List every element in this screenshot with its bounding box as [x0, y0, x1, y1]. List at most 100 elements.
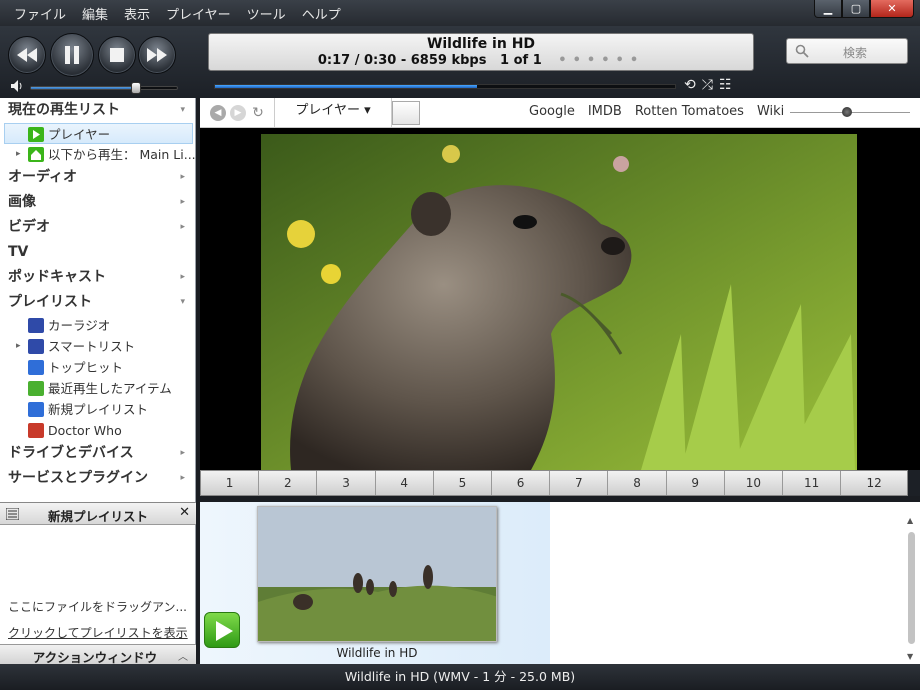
refresh-icon[interactable]: ↻: [250, 105, 266, 121]
seek-bar[interactable]: [214, 84, 676, 89]
sidebar-item-smartlist[interactable]: ▸ スマートリスト: [0, 336, 195, 357]
speaker-icon[interactable]: [11, 80, 25, 92]
sidebar-label: サービスとプラグイン: [8, 470, 148, 486]
sidebar-now-playing[interactable]: 現在の再生リスト ▾: [0, 98, 195, 123]
sidebar-label: プレイリスト: [8, 294, 92, 310]
menu-help[interactable]: ヘルプ: [294, 4, 349, 23]
list-item[interactable]: Wildlife in HD: [200, 502, 550, 664]
sidebar-tv[interactable]: TV: [0, 240, 195, 265]
expand-arrow-icon[interactable]: ▸: [16, 144, 21, 165]
forward-icon[interactable]: ▶: [230, 105, 246, 121]
pause-icon: [65, 46, 79, 64]
sidebar-item-new-playlist[interactable]: 新規プレイリスト: [0, 399, 195, 420]
tab-player[interactable]: プレイヤー ▾: [274, 98, 392, 127]
sidebar-audio[interactable]: オーディオ ▸: [0, 165, 195, 190]
menu-file[interactable]: ファイル: [6, 4, 74, 23]
volume-slider[interactable]: [30, 82, 178, 94]
menu-view[interactable]: 表示: [116, 4, 158, 23]
minimize-button[interactable]: ▁: [814, 0, 842, 18]
expand-arrow-icon[interactable]: ▸: [180, 165, 185, 190]
sidebar-label: カーラジオ: [48, 318, 111, 333]
link-imdb[interactable]: IMDB: [588, 104, 622, 119]
stop-icon: [110, 48, 124, 62]
mini-playlist-header: 新規プレイリスト ✕: [0, 503, 196, 525]
chapter-button[interactable]: 2: [259, 471, 318, 495]
sidebar-label: オーディオ: [8, 169, 78, 185]
link-wiki[interactable]: Wiki: [757, 104, 784, 119]
volume-knob[interactable]: [131, 82, 142, 94]
sidebar-item-car-radio[interactable]: カーラジオ: [0, 315, 195, 336]
search-box[interactable]: 検索: [786, 38, 908, 64]
link-rotten-tomatoes[interactable]: Rotten Tomatoes: [635, 104, 744, 119]
smartlist-icon: [28, 339, 44, 354]
expand-arrow-icon[interactable]: ▸: [180, 466, 185, 491]
chapter-button[interactable]: 4: [376, 471, 434, 495]
chapter-button[interactable]: 10: [725, 471, 784, 495]
chapter-button[interactable]: 1: [201, 471, 260, 495]
chapter-button[interactable]: 12: [841, 471, 907, 495]
link-google[interactable]: Google: [529, 104, 575, 119]
expand-arrow-icon[interactable]: ▸: [180, 441, 185, 466]
collapse-arrow-icon[interactable]: ▾: [180, 290, 185, 315]
play-button[interactable]: [204, 612, 240, 648]
sidebar-item-top-hits[interactable]: トップヒット: [0, 357, 195, 378]
now-playing-display: Wildlife in HD 0:17 / 0:30 - 6859 kbps 1…: [208, 33, 754, 71]
sidebar-drives[interactable]: ドライブとデバイス ▸: [0, 441, 195, 466]
back-icon[interactable]: ◀: [210, 105, 226, 121]
playlist-icon: [28, 360, 44, 375]
sidebar-label: トップヒット: [48, 360, 124, 375]
time-readout: 0:17 / 0:30 - 6859 kbps: [317, 53, 487, 68]
chapter-button[interactable]: 8: [608, 471, 667, 495]
scrollbar-thumb[interactable]: [908, 532, 915, 644]
show-playlist-link[interactable]: クリックしてプレイリストを表示: [8, 624, 188, 641]
next-button[interactable]: [138, 36, 176, 74]
now-playing-info: 0:17 / 0:30 - 6859 kbps 1 of 1 ••••••: [209, 53, 753, 68]
pause-button[interactable]: [50, 33, 94, 77]
sidebar-services[interactable]: サービスとプラグイン ▸: [0, 466, 195, 491]
video-frame-image: [261, 134, 857, 470]
sidebar-video[interactable]: ビデオ ▸: [0, 215, 195, 240]
expand-arrow-icon[interactable]: ▸: [16, 336, 21, 357]
sidebar-item-doctor-who[interactable]: Doctor Who: [0, 420, 195, 441]
tab-new[interactable]: [392, 101, 420, 125]
chapter-button[interactable]: 9: [667, 471, 725, 495]
equalizer-icon[interactable]: ☷: [719, 77, 732, 93]
expand-arrow-icon[interactable]: ▸: [180, 190, 185, 215]
zoom-slider[interactable]: [790, 107, 910, 117]
chevron-up-icon[interactable]: ︿: [178, 648, 188, 663]
video-thumbnail[interactable]: [257, 506, 497, 642]
chapter-button[interactable]: 5: [434, 471, 493, 495]
list-icon[interactable]: [6, 508, 19, 520]
sidebar-item-play-from[interactable]: ▸ 以下から再生： Main Li...: [0, 144, 195, 165]
sidebar-podcasts[interactable]: ポッドキャスト ▸: [0, 265, 195, 290]
sidebar-item-player[interactable]: プレイヤー: [4, 123, 193, 144]
chapter-button[interactable]: 7: [550, 471, 609, 495]
zoom-knob[interactable]: [842, 107, 852, 117]
maximize-button[interactable]: ▢: [842, 0, 870, 18]
menu-edit[interactable]: 編集: [74, 4, 116, 23]
scroll-up-icon[interactable]: ▲: [907, 516, 913, 525]
sidebar-images[interactable]: 画像 ▸: [0, 190, 195, 215]
stop-button[interactable]: [98, 36, 136, 74]
sidebar-playlists[interactable]: プレイリスト ▾: [0, 290, 195, 315]
playlist-icon: [28, 381, 44, 396]
window-controls: ▁ ▢ ✕: [814, 0, 914, 18]
menu-player[interactable]: プレイヤー: [158, 4, 239, 23]
expand-arrow-icon[interactable]: ▸: [180, 265, 185, 290]
previous-button[interactable]: [8, 36, 46, 74]
video-area[interactable]: [200, 128, 920, 470]
shuffle-icon[interactable]: ⤮: [702, 77, 713, 93]
collapse-arrow-icon[interactable]: ▾: [180, 98, 185, 123]
vertical-scrollbar[interactable]: ▲ ▼: [906, 516, 916, 661]
close-icon[interactable]: ✕: [179, 505, 190, 520]
chapter-button[interactable]: 6: [492, 471, 551, 495]
chapter-button[interactable]: 11: [783, 471, 842, 495]
repeat-icon[interactable]: ⟲: [684, 77, 696, 93]
chapter-button[interactable]: 3: [317, 471, 376, 495]
expand-arrow-icon[interactable]: ▸: [180, 215, 185, 240]
menu-tools[interactable]: ツール: [239, 4, 294, 23]
close-button[interactable]: ✕: [870, 0, 914, 18]
scroll-down-icon[interactable]: ▼: [907, 652, 913, 661]
sidebar-item-recently-played[interactable]: 最近再生したアイテム: [0, 378, 195, 399]
action-window-bar[interactable]: アクションウィンドウ ︿: [0, 644, 196, 665]
